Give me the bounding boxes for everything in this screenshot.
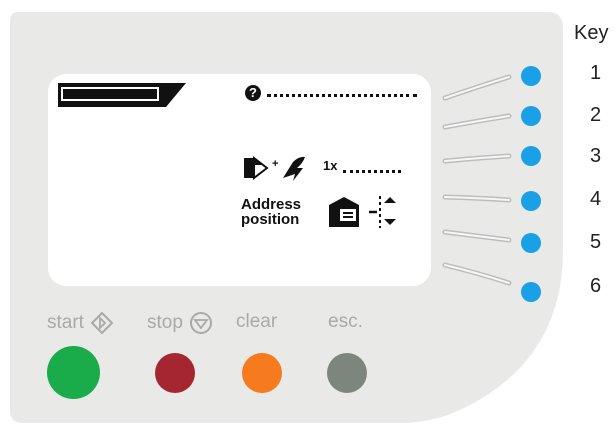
stop-button[interactable]	[155, 353, 195, 393]
stop-icon	[189, 312, 212, 334]
key-number-2: 2	[590, 104, 602, 126]
soft-key-2[interactable]	[521, 106, 541, 126]
key-title: Key	[574, 22, 609, 44]
copy-dots	[343, 162, 402, 173]
key-number-4: 4	[590, 188, 602, 210]
soft-key-5[interactable]	[521, 233, 541, 253]
start-icon	[90, 311, 114, 335]
address-position-row: Address position	[241, 192, 397, 232]
stop-label: stop	[147, 311, 213, 335]
svg-text:+: +	[272, 158, 278, 170]
help-icon: ?	[245, 85, 261, 101]
envelope-icon	[329, 197, 359, 227]
soft-key-3[interactable]	[521, 146, 541, 166]
clear-label: clear	[236, 311, 278, 332]
title-bar-graphic	[58, 83, 186, 107]
start-button[interactable]	[47, 346, 100, 399]
esc-label: esc.	[328, 311, 363, 332]
esc-button[interactable]	[327, 353, 367, 393]
address-position-label: Address position	[241, 196, 302, 228]
key-number-5: 5	[590, 231, 602, 253]
soft-key-6[interactable]	[521, 282, 541, 302]
start-label: start	[47, 311, 114, 335]
copy-count-label: 1x	[323, 157, 338, 173]
duplex-copy-icon: +	[244, 155, 305, 181]
key-number-1: 1	[590, 62, 602, 84]
key-number-6: 6	[590, 275, 602, 297]
lcd-display: ? + 1x Address position	[48, 74, 431, 286]
clear-button[interactable]	[242, 353, 282, 393]
soft-key-4[interactable]	[521, 191, 541, 211]
soft-key-1[interactable]	[521, 66, 541, 86]
copy-row: + 1x	[243, 154, 402, 184]
key-number-3: 3	[590, 145, 602, 167]
help-dots	[267, 86, 417, 97]
help-row: ?	[245, 85, 417, 101]
address-position-arrows-icon	[369, 196, 396, 228]
